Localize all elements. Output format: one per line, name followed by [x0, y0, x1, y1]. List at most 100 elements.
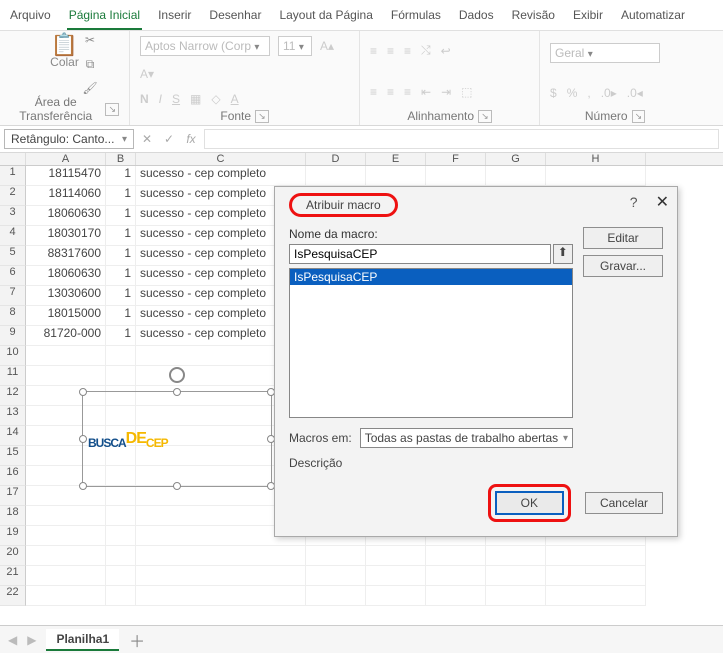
indent-inc-icon[interactable]: ⇥	[441, 85, 451, 99]
align-top-icon[interactable]: ≡	[370, 44, 377, 58]
col-E[interactable]: E	[366, 153, 426, 165]
decrease-font-icon[interactable]: A▾	[140, 67, 154, 81]
font-color-icon[interactable]: A	[231, 92, 239, 106]
cut-icon[interactable]: ✂	[80, 30, 100, 50]
cell[interactable]: 18114060	[26, 186, 106, 206]
paste-icon[interactable]: 📋	[55, 35, 75, 55]
cell[interactable]: 18060630	[26, 266, 106, 286]
align-right-icon[interactable]: ≡	[404, 85, 411, 99]
cell[interactable]	[426, 166, 486, 186]
fx-icon[interactable]: fx	[182, 132, 200, 146]
row-header[interactable]: 20	[0, 546, 26, 566]
row-header[interactable]: 9	[0, 326, 26, 346]
align-launcher-icon[interactable]: ↘	[478, 110, 492, 123]
paste-label[interactable]: Colar	[50, 55, 79, 69]
increase-font-icon[interactable]: A▴	[320, 39, 334, 53]
cell[interactable]	[26, 546, 106, 566]
cell[interactable]	[26, 506, 106, 526]
tab-inserir[interactable]: Inserir	[156, 4, 193, 30]
cell[interactable]	[546, 166, 646, 186]
tab-automatizar[interactable]: Automatizar	[619, 4, 687, 30]
cell[interactable]	[486, 586, 546, 606]
font-size-select[interactable]: 11 ▾	[278, 36, 312, 56]
rotate-handle-icon[interactable]	[169, 367, 185, 383]
comma-icon[interactable]: ,	[587, 86, 590, 100]
cell[interactable]	[426, 546, 486, 566]
number-launcher-icon[interactable]: ↘	[632, 110, 646, 123]
cell[interactable]	[106, 366, 136, 386]
row-header[interactable]: 6	[0, 266, 26, 286]
sheet-nav-prev-icon[interactable]: ◀	[8, 633, 17, 647]
row-header[interactable]: 12	[0, 386, 26, 406]
number-format-select[interactable]: Geral ▾	[550, 43, 660, 63]
cell[interactable]	[426, 566, 486, 586]
macro-name-input[interactable]	[289, 244, 551, 264]
record-button[interactable]: Gravar...	[583, 255, 663, 277]
row-header[interactable]: 1	[0, 166, 26, 186]
cell[interactable]: 18030170	[26, 226, 106, 246]
cell[interactable]	[26, 346, 106, 366]
row-header[interactable]: 16	[0, 466, 26, 486]
cell[interactable]	[366, 546, 426, 566]
cancel-button[interactable]: Cancelar	[585, 492, 663, 514]
dec-dec-icon[interactable]: .0◂	[627, 86, 643, 100]
cell[interactable]	[546, 546, 646, 566]
col-C[interactable]: C	[136, 153, 306, 165]
align-bot-icon[interactable]: ≡	[404, 44, 411, 58]
cell[interactable]	[306, 166, 366, 186]
orientation-icon[interactable]: ⤭	[421, 43, 431, 58]
cell[interactable]	[106, 526, 136, 546]
cell[interactable]	[306, 566, 366, 586]
cell[interactable]: 1	[106, 306, 136, 326]
resize-handle[interactable]	[173, 388, 181, 396]
cell[interactable]: 1	[106, 206, 136, 226]
cell[interactable]	[366, 586, 426, 606]
cell[interactable]: 18015000	[26, 306, 106, 326]
cell[interactable]: sucesso - cep completo	[136, 166, 306, 186]
row-header[interactable]: 11	[0, 366, 26, 386]
merge-icon[interactable]: ⬚	[461, 85, 472, 99]
row-header[interactable]: 8	[0, 306, 26, 326]
tab-revisao[interactable]: Revisão	[510, 4, 557, 30]
cell[interactable]: 1	[106, 226, 136, 246]
cell[interactable]	[136, 586, 306, 606]
tab-layout[interactable]: Layout da Página	[277, 4, 374, 30]
tab-exibir[interactable]: Exibir	[571, 4, 605, 30]
row-header[interactable]: 18	[0, 506, 26, 526]
col-H[interactable]: H	[546, 153, 646, 165]
col-G[interactable]: G	[486, 153, 546, 165]
col-D[interactable]: D	[306, 153, 366, 165]
close-icon[interactable]: ✕	[656, 192, 669, 212]
row-header[interactable]: 5	[0, 246, 26, 266]
resize-handle[interactable]	[79, 388, 87, 396]
buscacep-shape[interactable]: BUSCADECEP	[82, 391, 272, 487]
underline-button[interactable]: S	[172, 92, 180, 106]
resize-handle[interactable]	[79, 435, 87, 443]
row-header[interactable]: 13	[0, 406, 26, 426]
cell[interactable]	[486, 546, 546, 566]
formula-input[interactable]	[204, 129, 719, 149]
row-header[interactable]: 22	[0, 586, 26, 606]
name-box[interactable]: Retângulo: Canto...▾	[4, 129, 134, 149]
wrap-text-icon[interactable]: ↩	[441, 44, 451, 58]
cancel-formula-icon[interactable]: ✕	[138, 132, 156, 146]
align-center-icon[interactable]: ≡	[387, 85, 394, 99]
cell[interactable]: 1	[106, 266, 136, 286]
cell[interactable]	[486, 166, 546, 186]
indent-dec-icon[interactable]: ⇤	[421, 85, 431, 99]
row-header[interactable]: 10	[0, 346, 26, 366]
cell[interactable]: 1	[106, 286, 136, 306]
cell[interactable]	[26, 486, 106, 506]
row-header[interactable]: 19	[0, 526, 26, 546]
percent-icon[interactable]: %	[567, 86, 578, 100]
cell[interactable]	[26, 526, 106, 546]
edit-button[interactable]: Editar	[583, 227, 663, 249]
cell[interactable]	[136, 546, 306, 566]
row-header[interactable]: 3	[0, 206, 26, 226]
cell[interactable]	[106, 346, 136, 366]
row-header[interactable]: 21	[0, 566, 26, 586]
cell[interactable]	[106, 506, 136, 526]
cell[interactable]: 18060630	[26, 206, 106, 226]
cell[interactable]	[306, 586, 366, 606]
col-B[interactable]: B	[106, 153, 136, 165]
